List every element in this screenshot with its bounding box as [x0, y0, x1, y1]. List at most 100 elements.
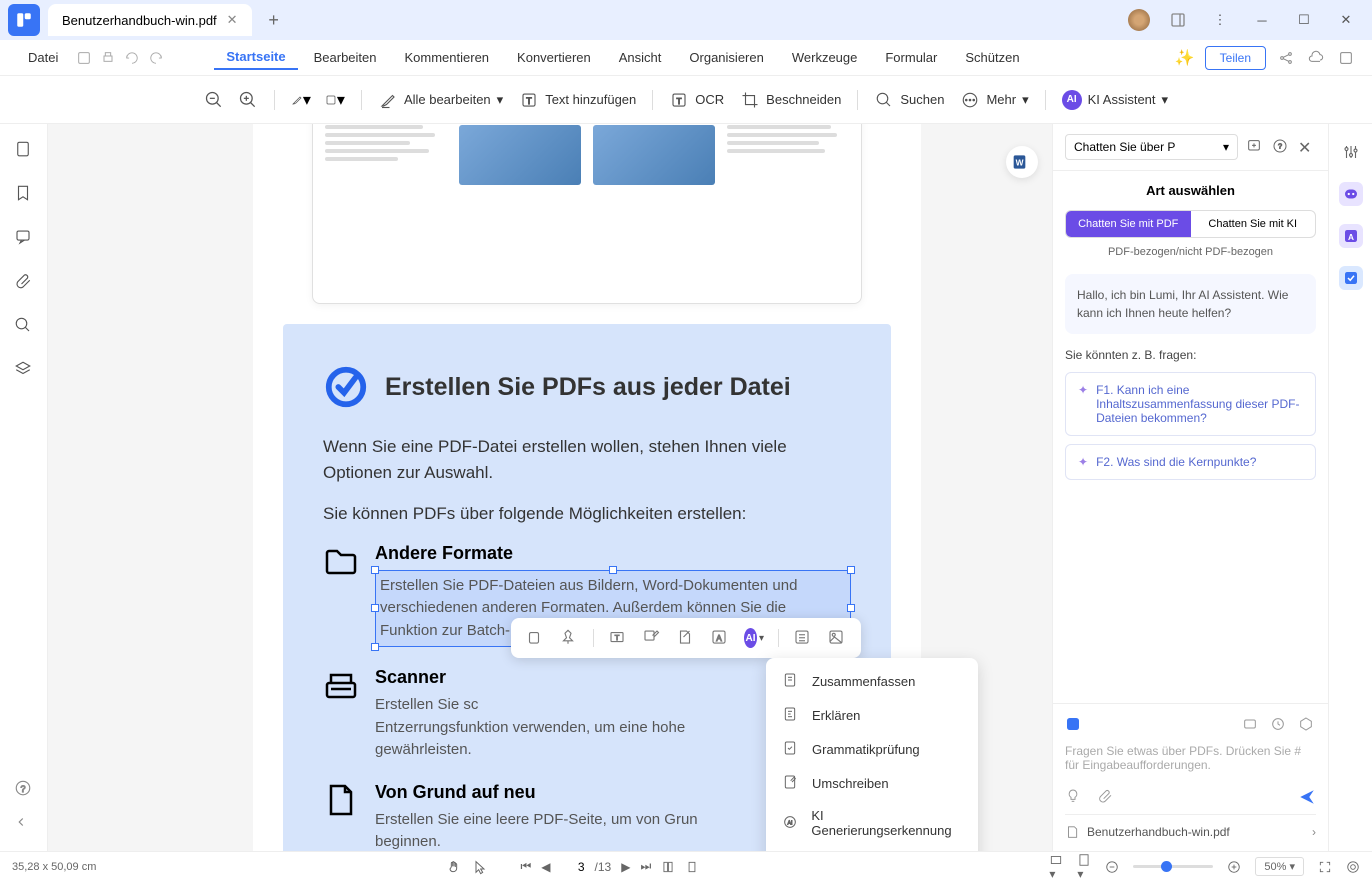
- redo-icon[interactable]: [146, 48, 166, 68]
- ai-menu-explain[interactable]: Erklären: [766, 698, 978, 732]
- chat-dropdown[interactable]: Chatten Sie über P▾: [1065, 134, 1238, 160]
- reading-icon[interactable]: [1346, 860, 1360, 874]
- ai-chat-icon[interactable]: [1339, 182, 1363, 206]
- image-icon[interactable]: [827, 628, 847, 648]
- view-mode-icon[interactable]: ▾: [1077, 853, 1091, 881]
- more-button[interactable]: Mehr▾: [960, 90, 1028, 110]
- fit-width-icon[interactable]: ▾: [1049, 853, 1063, 881]
- ai-menu-translate[interactable]: A Übersetzen: [766, 846, 978, 851]
- suggestion-2[interactable]: ✦ F2. Was sind die Kernpunkte?: [1065, 444, 1316, 480]
- zoom-in-btn[interactable]: [1227, 860, 1241, 874]
- search-button[interactable]: Suchen: [874, 90, 944, 110]
- open-icon[interactable]: [74, 48, 94, 68]
- panel-icon[interactable]: [1164, 6, 1192, 34]
- more-icon[interactable]: ⋮: [1206, 6, 1234, 34]
- add-tab-button[interactable]: +: [262, 8, 286, 32]
- undo-icon[interactable]: [122, 48, 142, 68]
- chat-tab-ai[interactable]: Chatten Sie mit KI: [1191, 211, 1316, 237]
- select-tool-icon[interactable]: [472, 859, 488, 875]
- menu-edit[interactable]: Bearbeiten: [302, 46, 389, 69]
- ai-check-icon[interactable]: [1339, 266, 1363, 290]
- page-layout-icon[interactable]: [661, 860, 675, 874]
- user-avatar[interactable]: [1128, 9, 1150, 31]
- copy-icon[interactable]: [525, 628, 545, 648]
- collapse-icon[interactable]: [14, 815, 34, 835]
- share-icon[interactable]: [1276, 48, 1296, 68]
- add-text-button[interactable]: T Text hinzufügen: [519, 90, 636, 110]
- ai-assist-button[interactable]: AI KI Assistent▾: [1062, 90, 1168, 110]
- bookmark-icon[interactable]: [14, 184, 34, 204]
- edit-all-button[interactable]: Alle bearbeiten▾: [378, 90, 503, 110]
- zoom-out-icon[interactable]: [204, 90, 224, 110]
- edit-shape-icon[interactable]: [642, 628, 662, 648]
- attachment-icon[interactable]: [14, 272, 34, 292]
- help-icon[interactable]: ?: [14, 779, 34, 799]
- attach-icon[interactable]: [1097, 788, 1115, 806]
- zoom-select[interactable]: 50% ▾: [1255, 857, 1304, 876]
- ai-dropdown-button[interactable]: AI▾: [744, 628, 764, 648]
- ai-menu-grammar[interactable]: Grammatikprüfung: [766, 732, 978, 766]
- layers-icon[interactable]: [14, 360, 34, 380]
- page-input[interactable]: [561, 860, 585, 874]
- save-icon[interactable]: [1336, 48, 1356, 68]
- single-page-icon[interactable]: [685, 860, 699, 874]
- menu-tools[interactable]: Werkzeuge: [780, 46, 870, 69]
- chat-input[interactable]: Fragen Sie etwas über PDFs. Drücken Sie …: [1065, 744, 1316, 776]
- app-mini-icon[interactable]: [1065, 716, 1083, 734]
- fullscreen-icon[interactable]: [1318, 860, 1332, 874]
- menu-home[interactable]: Startseite: [214, 45, 297, 70]
- word-export-icon[interactable]: W: [1006, 146, 1038, 178]
- menu-protect[interactable]: Schützen: [953, 46, 1031, 69]
- document-tab[interactable]: Benutzerhandbuch-win.pdf ✕: [48, 4, 252, 36]
- chevron-right-icon[interactable]: ›: [1312, 825, 1316, 839]
- lightbulb-icon[interactable]: [1065, 788, 1083, 806]
- list-icon[interactable]: [793, 628, 813, 648]
- hand-tool-icon[interactable]: [446, 859, 462, 875]
- ai-translate-icon[interactable]: A: [1339, 224, 1363, 248]
- quote-icon[interactable]: [1242, 716, 1260, 734]
- menu-view[interactable]: Ansicht: [607, 46, 674, 69]
- maximize-button[interactable]: ☐: [1290, 6, 1318, 34]
- extract-icon[interactable]: [676, 628, 696, 648]
- minimize-button[interactable]: ─: [1248, 6, 1276, 34]
- shape-icon[interactable]: ▾: [325, 90, 345, 110]
- comment-icon[interactable]: [14, 228, 34, 248]
- panel-close-icon[interactable]: ✕: [1298, 138, 1316, 156]
- settings-icon[interactable]: [1298, 716, 1316, 734]
- crop-button[interactable]: Beschneiden: [740, 90, 841, 110]
- thumbnails-icon[interactable]: [14, 140, 34, 160]
- prev-page-icon[interactable]: ◀: [541, 860, 550, 874]
- ocr-button[interactable]: T OCR: [669, 90, 724, 110]
- next-page-icon[interactable]: ▶: [621, 860, 630, 874]
- sparkle-icon[interactable]: ✨: [1175, 48, 1195, 68]
- cloud-icon[interactable]: [1306, 48, 1326, 68]
- menu-comment[interactable]: Kommentieren: [393, 46, 502, 69]
- print-icon[interactable]: [98, 48, 118, 68]
- zoom-out-btn[interactable]: [1105, 860, 1119, 874]
- search-sidebar-icon[interactable]: [14, 316, 34, 336]
- pin-icon[interactable]: [559, 628, 579, 648]
- ai-menu-rewrite[interactable]: Umschreiben: [766, 766, 978, 800]
- close-button[interactable]: ✕: [1332, 6, 1360, 34]
- settings-slider-icon[interactable]: [1339, 140, 1363, 164]
- file-reference[interactable]: Benutzerhandbuch-win.pdf ›: [1065, 814, 1316, 839]
- close-icon[interactable]: ✕: [227, 12, 238, 28]
- menu-form[interactable]: Formular: [873, 46, 949, 69]
- font-icon[interactable]: A: [710, 628, 730, 648]
- ai-menu-detect[interactable]: AI KI Generierungserkennung: [766, 800, 978, 846]
- app-logo[interactable]: [8, 4, 40, 36]
- highlight-icon[interactable]: ▾: [291, 90, 311, 110]
- first-page-icon[interactable]: ⏮: [520, 859, 531, 874]
- ai-menu-summarize[interactable]: Zusammenfassen: [766, 664, 978, 698]
- zoom-in-icon[interactable]: [238, 90, 258, 110]
- zoom-slider[interactable]: [1133, 865, 1213, 868]
- send-button[interactable]: [1298, 788, 1316, 806]
- menu-organize[interactable]: Organisieren: [677, 46, 775, 69]
- suggestion-1[interactable]: ✦ F1. Kann ich eine Inhaltszusammenfassu…: [1065, 372, 1316, 436]
- chat-tab-pdf[interactable]: Chatten Sie mit PDF: [1066, 211, 1191, 237]
- textbox-icon[interactable]: T: [608, 628, 628, 648]
- new-chat-icon[interactable]: [1246, 138, 1264, 156]
- menu-convert[interactable]: Konvertieren: [505, 46, 603, 69]
- history-icon[interactable]: [1270, 716, 1288, 734]
- document-area[interactable]: Erstellen Sie PDFs aus jeder Datei Wenn …: [48, 124, 1052, 851]
